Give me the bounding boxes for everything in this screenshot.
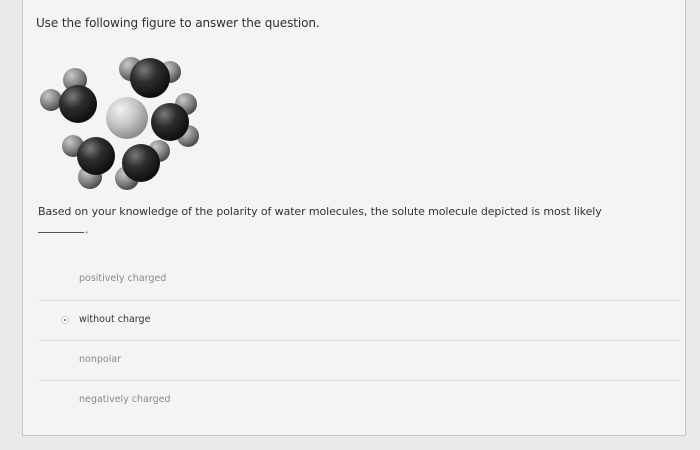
radio-button[interactable] bbox=[61, 275, 69, 283]
water-molecule bbox=[151, 93, 199, 147]
question-card: Use the following figure to answer the q… bbox=[22, 0, 686, 436]
radio-button[interactable] bbox=[61, 396, 69, 404]
option-label: nonpolar bbox=[79, 354, 122, 365]
option-label: negatively charged bbox=[79, 394, 171, 405]
molecule-figure bbox=[40, 57, 199, 190]
radio-button[interactable] bbox=[61, 356, 69, 364]
option-positively-charged[interactable]: positively charged bbox=[39, 260, 679, 300]
answer-blank bbox=[38, 232, 84, 233]
option-without-charge[interactable]: without charge bbox=[39, 300, 679, 340]
blank-period: . bbox=[85, 223, 89, 236]
option-label: without charge bbox=[79, 314, 151, 325]
option-nonpolar[interactable]: nonpolar bbox=[39, 340, 679, 380]
water-molecule bbox=[115, 140, 170, 190]
radio-button-selected[interactable] bbox=[61, 316, 69, 324]
question-instruction: Use the following figure to answer the q… bbox=[36, 16, 320, 30]
option-label: positively charged bbox=[79, 273, 167, 284]
water-molecule bbox=[119, 57, 181, 98]
question-prompt: Based on your knowledge of the polarity … bbox=[38, 205, 602, 218]
answer-options: positively charged without charge nonpol… bbox=[39, 260, 679, 420]
water-molecule bbox=[40, 68, 97, 123]
water-molecule bbox=[62, 135, 115, 189]
option-negatively-charged[interactable]: negatively charged bbox=[39, 380, 679, 420]
solute-molecule bbox=[106, 97, 148, 139]
